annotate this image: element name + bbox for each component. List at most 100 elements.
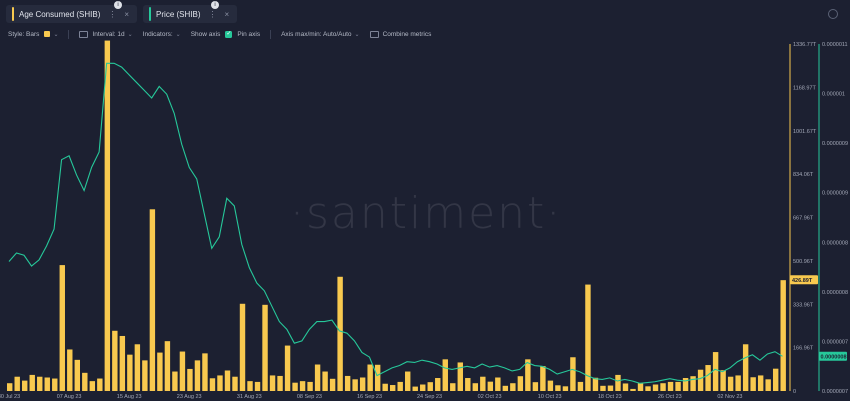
bar xyxy=(367,364,373,391)
bar xyxy=(435,378,441,391)
bar xyxy=(269,375,276,391)
bar xyxy=(344,375,351,391)
bar xyxy=(307,381,313,391)
bar xyxy=(472,383,479,391)
bar xyxy=(209,378,216,391)
bar xyxy=(277,375,283,391)
bar xyxy=(389,385,396,391)
bar xyxy=(630,388,636,391)
bar xyxy=(712,352,719,391)
bar xyxy=(457,362,463,391)
bar xyxy=(600,385,606,391)
x-axis-tick-label: 18 Oct 23 xyxy=(598,394,622,400)
bar xyxy=(7,383,13,391)
bar xyxy=(374,364,381,391)
bar xyxy=(495,377,501,391)
bar xyxy=(254,381,261,391)
bar xyxy=(750,377,756,391)
bar xyxy=(187,368,193,391)
bar xyxy=(450,383,456,391)
bar xyxy=(667,381,674,391)
bar xyxy=(314,364,321,391)
x-axis-tick-label: 24 Sep 23 xyxy=(417,394,442,400)
bar xyxy=(517,376,524,391)
bar xyxy=(555,385,561,391)
bar xyxy=(142,360,148,391)
current-age-value-label: 426.89T xyxy=(792,278,813,284)
x-axis-tick-label: 15 Aug 23 xyxy=(117,394,142,400)
bar xyxy=(359,377,366,391)
bar xyxy=(690,376,696,391)
left-axis-tick-label: 500.96T xyxy=(793,259,814,265)
bar xyxy=(570,357,576,391)
right-axis-tick-label: 0.0000011 xyxy=(822,42,848,48)
x-axis-tick-label: 10 Oct 23 xyxy=(538,394,562,400)
x-axis-tick-label: 08 Sep 23 xyxy=(297,394,322,400)
bar xyxy=(247,381,253,391)
bar xyxy=(502,385,509,391)
bar xyxy=(179,351,186,391)
left-axis-tick-label: 1001.67T xyxy=(793,129,817,135)
bar xyxy=(592,377,599,391)
bar xyxy=(119,335,126,391)
bar xyxy=(127,354,133,391)
left-axis-tick-label: 333.96T xyxy=(793,302,814,308)
bar xyxy=(202,353,208,391)
bar xyxy=(52,378,58,391)
bar xyxy=(577,381,584,391)
bar xyxy=(299,381,306,391)
bar xyxy=(652,384,659,391)
bar xyxy=(660,383,666,391)
bar xyxy=(194,360,201,391)
bar xyxy=(757,375,764,391)
right-axis-tick-label: 0.0000007 xyxy=(822,339,848,345)
bar xyxy=(164,341,171,391)
bar xyxy=(675,381,681,391)
bar xyxy=(97,378,103,391)
bar xyxy=(262,304,268,391)
bar xyxy=(322,371,328,391)
bar xyxy=(420,384,426,391)
bar xyxy=(720,370,726,391)
x-axis-tick-label: 16 Sep 23 xyxy=(357,394,382,400)
bar xyxy=(772,368,779,391)
bar xyxy=(412,386,418,391)
right-axis-tick-label: 0.0000008 xyxy=(822,240,848,246)
bar xyxy=(532,382,539,391)
x-axis-tick-label: 07 Aug 23 xyxy=(57,394,82,400)
bar xyxy=(337,276,343,391)
bar xyxy=(284,345,291,391)
bar xyxy=(232,376,238,391)
bar xyxy=(487,381,494,391)
bar xyxy=(547,380,554,391)
x-axis-tick-label: 26 Oct 23 xyxy=(658,394,682,400)
bar xyxy=(44,377,50,391)
bar xyxy=(37,376,43,391)
bar xyxy=(217,375,223,391)
bar xyxy=(382,383,388,391)
bar xyxy=(14,376,20,391)
bar xyxy=(510,383,516,391)
bar xyxy=(239,303,246,391)
left-axis-tick-label: 1336.77T xyxy=(793,42,817,48)
bar xyxy=(780,280,786,391)
bar xyxy=(22,380,28,391)
bar xyxy=(562,386,569,391)
bar xyxy=(397,381,403,391)
bar xyxy=(615,374,621,391)
bar xyxy=(622,383,629,391)
bar xyxy=(67,349,73,391)
x-axis-tick-label: 02 Nov 23 xyxy=(717,394,742,400)
bar xyxy=(427,382,433,391)
left-axis-tick-label: 834.06T xyxy=(793,172,814,178)
bar xyxy=(765,379,771,391)
bar xyxy=(292,382,298,391)
left-axis-tick-label: 166.96T xyxy=(793,346,814,352)
bar xyxy=(405,371,411,391)
bar xyxy=(89,381,96,391)
left-axis-tick-label: 667.96T xyxy=(793,216,814,222)
right-axis-tick-label: 0.0000007 xyxy=(822,389,848,395)
bar xyxy=(224,370,231,391)
bar xyxy=(697,369,704,391)
bar xyxy=(149,209,156,391)
